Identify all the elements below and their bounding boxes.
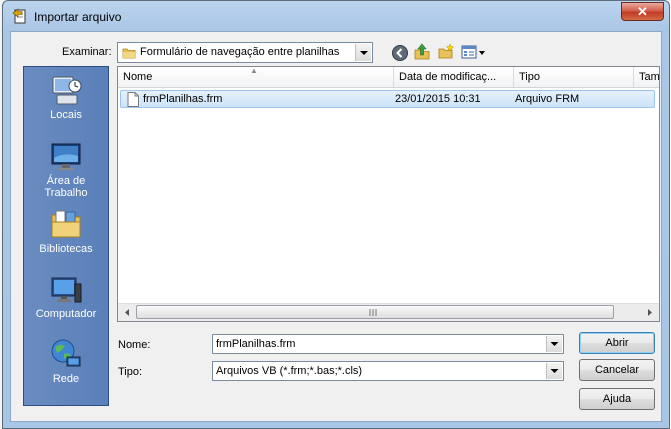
place-desktop[interactable]: Área de Trabalho	[24, 139, 108, 199]
back-icon[interactable]	[391, 44, 409, 62]
file-type-cell: Arquivo FRM	[515, 93, 580, 105]
view-menu-icon[interactable]	[461, 43, 487, 61]
up-folder-icon[interactable]	[413, 43, 431, 61]
desktop-icon	[51, 143, 81, 170]
scroll-right-button[interactable]	[642, 305, 658, 320]
file-icon	[127, 92, 139, 107]
places-bar: Locais Área de Trabalho Bibliotecas Comp…	[23, 66, 109, 406]
chevron-down-icon[interactable]	[355, 44, 371, 61]
scrollbar-thumb[interactable]	[136, 305, 614, 319]
title-bar[interactable]: Importar arquivo ✕	[3, 1, 669, 31]
filetype-label: Tipo:	[118, 366, 143, 378]
filetype-value: Arquivos VB (*.frm;*.bas;*.cls)	[216, 365, 363, 377]
place-label-desktop: Área de Trabalho	[44, 175, 88, 199]
chevron-down-icon[interactable]	[546, 363, 562, 379]
file-list-view[interactable]: Nome ▲ Data de modificaç... Tipo Tam frm…	[117, 66, 660, 322]
lookin-label: Examinar:	[62, 46, 112, 58]
computer-icon	[51, 277, 82, 303]
place-label-recent: Locais	[50, 109, 82, 121]
network-icon	[51, 339, 81, 367]
filename-input[interactable]: frmPlanilhas.frm	[212, 334, 564, 354]
column-header-size[interactable]: Tam	[634, 67, 659, 87]
place-computer[interactable]: Computador	[24, 272, 108, 320]
place-label-libraries: Bibliotecas	[39, 243, 93, 255]
filetype-dropdown[interactable]: Arquivos VB (*.frm;*.bas;*.cls)	[212, 361, 564, 381]
new-folder-icon[interactable]	[437, 43, 455, 61]
table-row[interactable]: frmPlanilhas.frm 23/01/2015 10:31 Arquiv…	[120, 90, 655, 108]
libraries-icon	[51, 210, 81, 238]
arrow-left-icon	[125, 309, 129, 316]
column-header-type[interactable]: Tipo	[514, 67, 634, 87]
import-file-icon	[12, 8, 26, 24]
lookin-dropdown[interactable]: Formulário de navegação entre planilhas	[117, 42, 373, 63]
list-header: Nome ▲ Data de modificaç... Tipo Tam	[118, 67, 659, 88]
place-libraries[interactable]: Bibliotecas	[24, 207, 108, 255]
place-label-network: Rede	[52, 373, 80, 385]
folder-icon	[122, 48, 136, 59]
lookin-value: Formulário de navegação entre planilhas	[140, 46, 340, 58]
recent-places-icon	[52, 76, 82, 105]
open-button[interactable]: Abrir	[579, 332, 655, 354]
place-recent[interactable]: Locais	[24, 73, 108, 121]
chevron-down-icon[interactable]	[546, 336, 562, 352]
help-button[interactable]: Ajuda	[579, 388, 655, 410]
filename-label: Nome:	[118, 339, 151, 351]
column-header-date[interactable]: Data de modificaç...	[394, 67, 514, 87]
place-network[interactable]: Rede	[24, 337, 108, 385]
window-title: Importar arquivo	[34, 10, 122, 24]
file-name-cell: frmPlanilhas.frm	[143, 93, 223, 105]
close-button[interactable]: ✕	[621, 2, 664, 21]
dialog-client-area: Examinar: Formulário de navegação entre …	[10, 31, 662, 422]
file-date-cell: 23/01/2015 10:31	[395, 93, 481, 105]
place-label-computer: Computador	[35, 308, 97, 320]
sort-arrow-icon: ▲	[250, 67, 258, 75]
column-header-name[interactable]: Nome ▲	[118, 67, 394, 87]
arrow-right-icon	[648, 309, 652, 316]
grip-icon	[369, 309, 377, 316]
scroll-left-button[interactable]	[119, 305, 135, 320]
horizontal-scrollbar[interactable]	[118, 303, 659, 321]
filename-value: frmPlanilhas.frm	[216, 338, 296, 350]
cancel-button[interactable]: Cancelar	[579, 359, 655, 381]
import-file-dialog: Importar arquivo ✕ Examinar: Formulário …	[2, 0, 670, 429]
close-icon: ✕	[637, 4, 648, 19]
